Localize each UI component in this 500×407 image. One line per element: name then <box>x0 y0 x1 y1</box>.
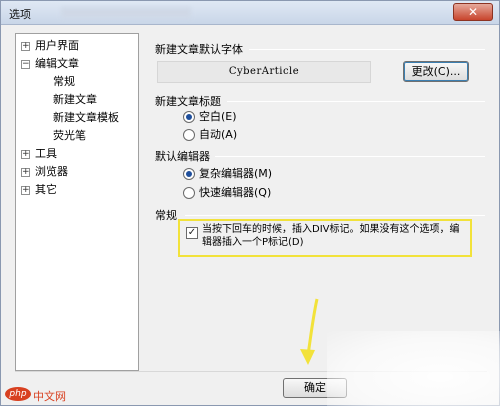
change-font-button[interactable]: 更改(C)... <box>403 61 469 82</box>
tree-item-label: 新建文章模板 <box>53 111 119 124</box>
options-dialog: 选项 ✕ + 用户界面 − 编辑文章 常规 新建文章 新建文章模板 荧光笔 + … <box>0 0 500 407</box>
tree-item-browser[interactable]: + 浏览器 <box>16 163 138 181</box>
radio-selected-icon[interactable] <box>183 168 195 180</box>
tree-item-tools[interactable]: + 工具 <box>16 145 138 163</box>
radio-label: 自动(A) <box>199 128 238 141</box>
expand-icon[interactable]: + <box>21 186 30 195</box>
radio-label: 空白(E) <box>199 110 237 123</box>
font-section-title: 新建文章默认字体 <box>155 43 243 56</box>
window-title: 选项 <box>9 8 31 21</box>
tree-item-edit-article[interactable]: − 编辑文章 <box>16 55 138 73</box>
general-section-title: 常规 <box>155 209 177 222</box>
radio-label: 复杂编辑器(M) <box>199 167 273 180</box>
tree-item-new-article[interactable]: 新建文章 <box>16 91 138 109</box>
watermark-text: 中文网 <box>33 390 66 403</box>
php-logo-icon: php <box>5 387 31 401</box>
tree-item-label: 用户界面 <box>35 39 79 52</box>
radio-label: 快速编辑器(Q) <box>199 186 272 199</box>
expand-icon[interactable]: + <box>21 42 30 51</box>
radio-unselected-icon[interactable] <box>183 187 195 199</box>
tree-item-label: 荧光笔 <box>53 129 86 142</box>
close-button[interactable]: ✕ <box>453 3 493 21</box>
blurred-title-area <box>61 7 191 18</box>
collapse-icon[interactable]: − <box>21 60 30 69</box>
radio-selected-icon[interactable] <box>183 111 195 123</box>
tree-item-new-article-template[interactable]: 新建文章模板 <box>16 109 138 127</box>
watermark-blur <box>327 331 500 407</box>
tree-item-label: 浏览器 <box>35 165 68 178</box>
tree-item-other[interactable]: + 其它 <box>16 181 138 199</box>
section-divider <box>215 156 485 157</box>
tree-item-user-interface[interactable]: + 用户界面 <box>16 37 138 55</box>
options-tree: + 用户界面 − 编辑文章 常规 新建文章 新建文章模板 荧光笔 + 工具 + … <box>15 33 139 371</box>
tree-item-label: 新建文章 <box>53 93 97 106</box>
tree-item-general[interactable]: 常规 <box>16 73 138 91</box>
yellow-arrow-icon <box>300 298 319 365</box>
title-section-title: 新建文章标题 <box>155 95 221 108</box>
expand-icon[interactable]: + <box>21 168 30 177</box>
tree-item-label: 常规 <box>53 75 75 88</box>
section-divider <box>249 49 485 50</box>
section-divider <box>185 215 485 216</box>
tree-item-highlighter[interactable]: 荧光笔 <box>16 127 138 145</box>
radio-unselected-icon[interactable] <box>183 129 195 141</box>
editor-section-title: 默认编辑器 <box>155 150 210 163</box>
title-bar: 选项 ✕ <box>1 1 499 25</box>
font-preview: CyberArticle <box>157 61 371 83</box>
expand-icon[interactable]: + <box>21 150 30 159</box>
tree-item-label: 编辑文章 <box>35 57 79 70</box>
div-tag-checkbox[interactable]: ✓ <box>186 227 198 239</box>
tree-item-label: 其它 <box>35 183 57 196</box>
div-tag-checkbox-label[interactable]: 当按下回车的时候，插入DIV标记。如果没有这个选项，编辑器插入一个P标记(D) <box>202 223 468 249</box>
tree-item-label: 工具 <box>35 147 57 160</box>
section-divider <box>227 101 485 102</box>
